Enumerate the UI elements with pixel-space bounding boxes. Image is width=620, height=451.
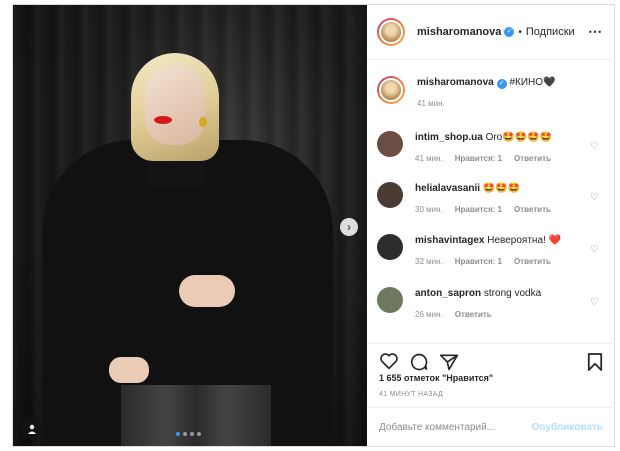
comments-list: misharomanova ✓ #КИНО🖤 41 мин. intim_shop… <box>367 61 615 343</box>
like-comment-heart-icon[interactable]: ♡ <box>590 141 599 152</box>
publish-button[interactable]: Опубликовать <box>532 422 603 433</box>
post-modal: › misharomanova ✓ • Подписки ⋯ misharoma… <box>12 4 615 447</box>
post-sidebar: misharomanova ✓ • Подписки ⋯ misharomano… <box>367 5 615 446</box>
comment-likes[interactable]: Нравится: 1 <box>455 152 502 166</box>
like-comment-heart-icon[interactable]: ♡ <box>590 192 599 203</box>
post-header: misharomanova ✓ • Подписки ⋯ <box>367 5 615 60</box>
caption-time: 41 мин. <box>417 99 445 108</box>
comment-time: 41 мин. <box>415 154 443 163</box>
author-avatar[interactable] <box>377 76 405 104</box>
separator-dot: • <box>518 26 522 38</box>
comment-time: 30 мин. <box>415 205 443 214</box>
photo-figure-earring <box>199 117 207 127</box>
more-options-icon[interactable]: ⋯ <box>588 23 603 40</box>
comment-username[interactable]: helialavasanii <box>415 183 480 194</box>
reply-button[interactable]: Ответить <box>514 203 551 217</box>
commenter-avatar[interactable] <box>377 182 403 208</box>
comment-username[interactable]: mishavintagex <box>415 235 484 246</box>
commenter-avatar[interactable] <box>377 287 403 313</box>
comment-input[interactable] <box>379 421 532 433</box>
caption: misharomanova ✓ #КИНО🖤 41 мин. <box>377 76 607 111</box>
post-photo[interactable]: › <box>13 5 367 446</box>
comment-likes[interactable]: Нравится: 1 <box>455 255 502 269</box>
following-button[interactable]: Подписки <box>526 26 575 38</box>
comment-text: Oro🤩🤩🤩🤩 <box>485 132 553 143</box>
reply-button[interactable]: Ответить <box>514 152 551 166</box>
reply-button[interactable]: Ответить <box>514 255 551 269</box>
comment-username[interactable]: intim_shop.ua <box>415 132 483 143</box>
chevron-right-icon: › <box>347 220 351 234</box>
comment-item: mishavintagex Невероятна! ❤️ 32 мин. Нра… <box>377 234 607 269</box>
comment-time: 26 мин. <box>415 310 443 319</box>
post-actions <box>367 343 615 377</box>
person-icon <box>28 424 36 434</box>
comment-item: anton_sapron strong vodka 26 мин. Ответи… <box>377 287 607 322</box>
comment-username[interactable]: anton_sapron <box>415 288 481 299</box>
carousel-dot <box>197 432 201 436</box>
author-username[interactable]: misharomanova <box>417 26 501 38</box>
author-avatar[interactable] <box>377 18 405 46</box>
carousel-dot-active <box>176 432 180 436</box>
photo-figure-hand-2 <box>109 357 149 383</box>
add-comment-bar: Опубликовать <box>367 407 615 446</box>
like-heart-icon[interactable] <box>379 352 399 375</box>
caption-username[interactable]: misharomanova <box>417 77 494 88</box>
carousel-dot <box>190 432 194 436</box>
verified-icon: ✓ <box>504 27 515 37</box>
commenter-avatar[interactable] <box>377 234 403 260</box>
carousel-dot <box>183 432 187 436</box>
verified-icon: ✓ <box>496 79 507 89</box>
comment-item: intim_shop.ua Oro🤩🤩🤩🤩 41 мин. Нравится: … <box>377 131 607 166</box>
comment-likes[interactable]: Нравится: 1 <box>455 203 502 217</box>
comment-item: helialavasanii 🤩🤩🤩 30 мин. Нравится: 1 О… <box>377 182 607 217</box>
reply-button[interactable]: Ответить <box>455 308 492 322</box>
caption-text: #КИНО🖤 <box>509 77 556 88</box>
likes-count[interactable]: 1 655 отметок "Нравится" <box>379 373 493 383</box>
photo-figure-hand <box>179 275 235 307</box>
next-photo-button[interactable]: › <box>340 218 358 236</box>
photo-figure-face <box>145 65 205 145</box>
comment-text: Невероятна! ❤️ <box>487 235 562 246</box>
commenter-avatar[interactable] <box>377 131 403 157</box>
user-tag-icon[interactable] <box>21 418 43 440</box>
photo-figure-legs <box>121 385 271 446</box>
comment-text: 🤩🤩🤩 <box>482 183 521 194</box>
post-timestamp: 41 МИНУТ НАЗАД <box>379 391 444 398</box>
save-bookmark-icon[interactable] <box>587 352 603 377</box>
photo-figure-lips <box>154 116 172 124</box>
carousel-dots <box>176 432 201 436</box>
like-comment-heart-icon[interactable]: ♡ <box>590 297 599 308</box>
like-comment-heart-icon[interactable]: ♡ <box>590 244 599 255</box>
comment-time: 32 мин. <box>415 257 443 266</box>
comment-text: strong vodka <box>483 288 542 299</box>
